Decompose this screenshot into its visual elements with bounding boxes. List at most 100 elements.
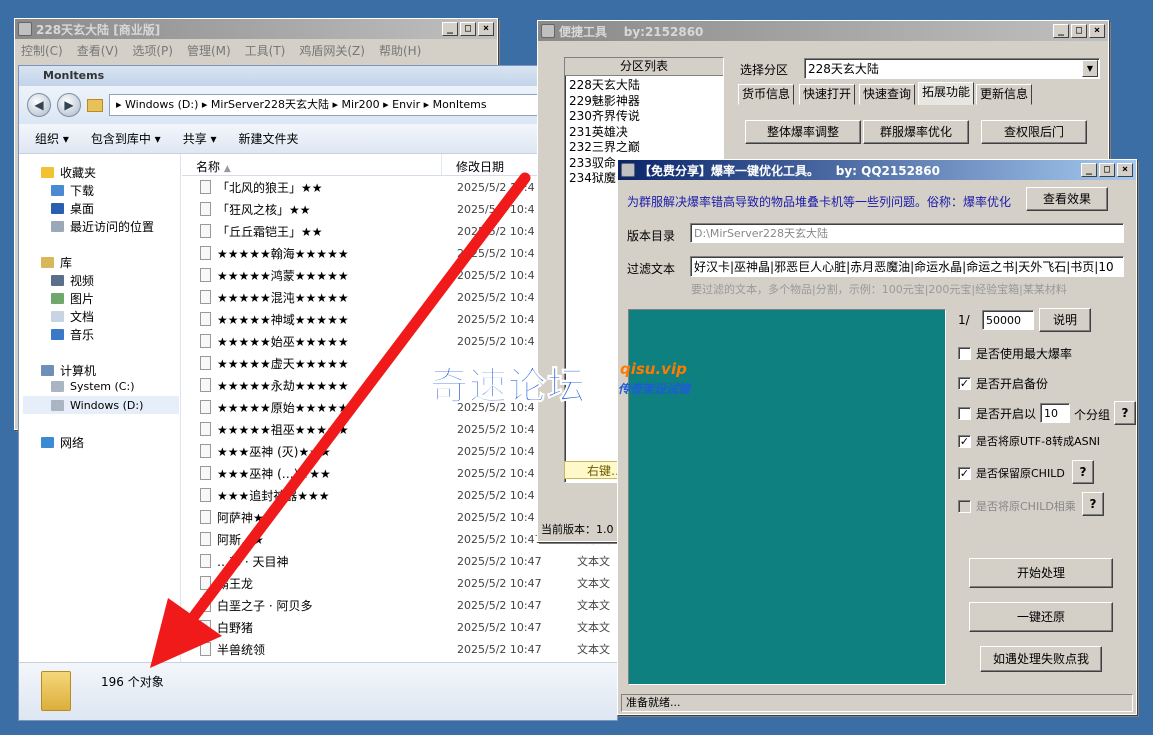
menu-view[interactable]: 查看(V): [77, 42, 119, 59]
file-name: ★★★★★神域★★★★★: [217, 312, 349, 327]
file-row[interactable]: …部 · 天目神 2025/5/2 10:47 文本文: [182, 550, 617, 572]
file-date: 2025/5/2 10:47: [457, 576, 542, 590]
fail-help-button[interactable]: 如遇处理失败点我: [980, 646, 1102, 672]
optimizer-title: 【免费分享】爆率一键优化工具。: [639, 163, 820, 178]
nav-documents[interactable]: 文档: [51, 308, 94, 325]
minimize-icon[interactable]: _: [1081, 163, 1097, 177]
close-icon[interactable]: ×: [1117, 163, 1133, 177]
partition-select[interactable]: 228天玄大陆 ▼: [804, 58, 1100, 79]
group-droprate-button[interactable]: 群服爆率优化: [863, 120, 969, 144]
tab-quick-open[interactable]: 快速打开: [799, 84, 856, 105]
menu-control[interactable]: 控制(C): [21, 42, 63, 59]
optimizer-titlebar[interactable]: 【免费分享】爆率一键优化工具。 by: QQ2152860 _ □ ×: [618, 160, 1136, 180]
quick-tool-titlebar[interactable]: 便捷工具 by:2152860 _ □ ×: [538, 21, 1108, 41]
nav-network[interactable]: 网络: [41, 434, 84, 451]
utf8-checkbox[interactable]: ✓ 是否将原UTF-8转成ASNI: [958, 433, 1100, 449]
nav-pictures[interactable]: 图片: [51, 290, 94, 307]
menu-manage[interactable]: 管理(M): [187, 42, 231, 59]
file-name: ★★★★★鸿蒙★★★★★: [217, 268, 349, 283]
max-rate-checkbox[interactable]: 是否使用最大爆率: [958, 345, 1072, 362]
merge-child-checkbox[interactable]: 是否将原CHILD相乘: [958, 498, 1076, 514]
explorer-title[interactable]: MonItems: [19, 66, 617, 86]
start-button[interactable]: 开始处理: [969, 558, 1113, 588]
text-file-icon: [200, 620, 211, 634]
nav-favorites[interactable]: 收藏夹: [41, 164, 96, 181]
tab-updates[interactable]: 更新信息: [976, 84, 1033, 105]
text-file-icon: [200, 510, 211, 524]
star-icon: [41, 167, 54, 178]
folder-large-icon: [41, 671, 71, 711]
filter-input[interactable]: 好汉卡|巫神晶|邪恶巨人心脏|赤月恶魔油|命运水晶|命运之书|天外飞石|书页|1…: [690, 256, 1124, 277]
text-file-icon: [200, 422, 211, 436]
file-row[interactable]: 霸王龙 2025/5/2 10:47 文本文: [182, 572, 617, 594]
column-name[interactable]: 名称 ▲: [182, 154, 442, 175]
file-row[interactable]: 白野猪 2025/5/2 10:47 文本文: [182, 616, 617, 638]
network-icon: [41, 437, 54, 448]
include-library-button[interactable]: 包含到库中 ▾: [91, 130, 161, 147]
file-type: 文本文: [577, 621, 610, 634]
explain-button[interactable]: 说明: [1039, 308, 1091, 332]
menu-help[interactable]: 帮助(H): [379, 42, 421, 59]
menu-gateway[interactable]: 鸡盾网关(Z): [299, 42, 365, 59]
maximize-icon[interactable]: □: [1071, 24, 1087, 38]
file-date: 2025/5/2 10:47: [457, 598, 542, 612]
nav-drive-d[interactable]: Windows (D:): [23, 396, 179, 414]
close-icon[interactable]: ×: [1089, 24, 1105, 38]
nav-music[interactable]: 音乐: [51, 326, 94, 343]
partition-item[interactable]: 228天玄大陆: [569, 78, 719, 94]
tab-extensions[interactable]: 拓展功能: [918, 82, 975, 105]
dir-input[interactable]: D:\MirServer228天玄大陆: [690, 223, 1124, 243]
file-name: 白野猪: [217, 620, 254, 635]
chevron-down-icon[interactable]: ▼: [1082, 60, 1098, 77]
tab-quick-query[interactable]: 快速查询: [859, 84, 916, 105]
minimize-icon[interactable]: _: [1053, 24, 1069, 38]
nav-desktop[interactable]: 桌面: [51, 200, 94, 217]
file-name: 白垩之子 · 阿贝多: [217, 598, 313, 613]
menu-options[interactable]: 选项(P): [132, 42, 173, 59]
merge-help-button[interactable]: ?: [1082, 492, 1104, 516]
organize-button[interactable]: 组织 ▾: [35, 130, 69, 147]
group-checkbox[interactable]: 是否开启以: [958, 405, 1036, 422]
tab-currency[interactable]: 货币信息: [738, 84, 795, 105]
checkbox-icon: [958, 347, 971, 360]
check-backdoor-button[interactable]: 查权限后门: [981, 120, 1087, 144]
backup-checkbox[interactable]: ✓ 是否开启备份: [958, 375, 1048, 392]
child-help-button[interactable]: ?: [1072, 460, 1094, 484]
forward-arrow-icon[interactable]: ▶: [57, 93, 81, 117]
back-window-titlebar[interactable]: 228天玄大陆 [商业版] _ □ ×: [15, 19, 497, 39]
file-row[interactable]: 白垩之子 · 阿贝多 2025/5/2 10:47 文本文: [182, 594, 617, 616]
nav-libraries[interactable]: 库: [41, 254, 72, 271]
close-icon[interactable]: ×: [478, 22, 494, 36]
share-button[interactable]: 共享 ▾: [183, 130, 217, 147]
nav-drive-c[interactable]: System (C:): [51, 380, 135, 393]
file-name: …部 · 天目神: [217, 554, 289, 569]
partition-item[interactable]: 230齐界传说: [569, 109, 719, 125]
partition-item[interactable]: 232三界之巅: [569, 140, 719, 156]
menu-tools[interactable]: 工具(T): [245, 42, 286, 59]
overall-droprate-button[interactable]: 整体爆率调整: [745, 120, 861, 144]
partition-item[interactable]: 231英雄决: [569, 125, 719, 141]
nav-videos[interactable]: 视频: [51, 272, 94, 289]
keep-child-checkbox[interactable]: ✓ 是否保留原CHILD: [958, 465, 1065, 481]
new-folder-button[interactable]: 新建文件夹: [239, 130, 299, 147]
maximize-icon[interactable]: □: [1099, 163, 1115, 177]
group-size-input[interactable]: 10: [1040, 403, 1070, 423]
sort-up-icon: ▲: [223, 164, 231, 174]
file-name: 阿斯…★: [217, 532, 264, 547]
file-row[interactable]: 半兽统领 2025/5/2 10:47 文本文: [182, 638, 617, 660]
partition-item[interactable]: 229魅影神器: [569, 94, 719, 110]
breadcrumb[interactable]: ▸ Windows (D:) ▸ MirServer228天玄大陆 ▸ Mir2…: [109, 94, 609, 116]
group-help-button[interactable]: ?: [1114, 401, 1136, 425]
nav-computer[interactable]: 计算机: [41, 362, 96, 379]
view-effect-button[interactable]: 查看效果: [1026, 187, 1108, 211]
quick-tool-title: 便捷工具: [559, 24, 608, 39]
minimize-icon[interactable]: _: [442, 22, 458, 36]
back-arrow-icon[interactable]: ◀: [27, 93, 51, 117]
maximize-icon[interactable]: □: [460, 22, 476, 36]
ratio-input[interactable]: 50000: [982, 310, 1034, 330]
file-name: ★★★巫神 (…)★★★: [217, 466, 331, 481]
nav-recent[interactable]: 最近访问的位置: [51, 218, 154, 235]
text-file-icon: [200, 224, 211, 238]
nav-downloads[interactable]: 下载: [51, 182, 94, 199]
restore-button[interactable]: 一键还原: [969, 602, 1113, 632]
